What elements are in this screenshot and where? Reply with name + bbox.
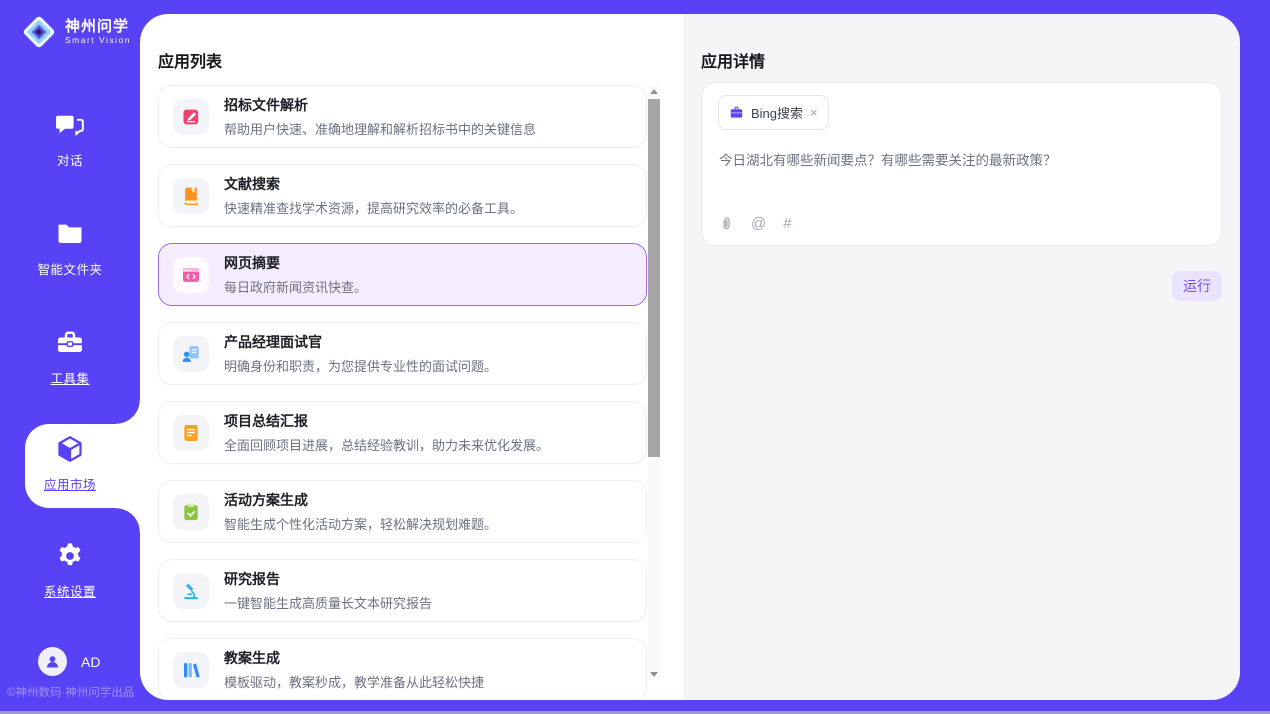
app-card-text: 文献搜索快速精准查找学术资源，提高研究效率的必备工具。 <box>224 174 523 217</box>
app-card-text: 教案生成模板驱动，教案秒成，教学准备从此轻松快捷 <box>224 648 484 691</box>
sidebar-item-label: 智能文件夹 <box>0 259 140 278</box>
sidebar-item-2[interactable]: 工具集 <box>0 328 140 387</box>
chip-close-icon[interactable]: × <box>810 106 818 119</box>
app-name: 文献搜索 <box>224 174 523 194</box>
clipboard-check-icon <box>173 494 209 530</box>
prompt-card[interactable]: Bing搜索 × 今日湖北有哪些新闻要点？有哪些需要关注的最新政策？ @ # <box>701 82 1222 246</box>
books-icon <box>173 652 209 688</box>
brand-text: 神州问学 Smart Vision <box>65 19 131 45</box>
cube-icon <box>55 451 85 468</box>
folder-icon <box>55 236 85 253</box>
app-list-title: 应用列表 <box>158 48 222 72</box>
sidebar-item-3[interactable]: 应用市场 <box>0 434 140 493</box>
brand-logo: 神州问学 Smart Vision <box>20 13 131 51</box>
scrollbar-thumb[interactable] <box>648 99 660 457</box>
scrollbar[interactable] <box>648 85 660 680</box>
sidebar-item-0[interactable]: 对话 <box>0 110 140 169</box>
interviewer-icon <box>173 336 209 372</box>
app-card-text: 项目总结汇报全面回顾项目进展，总结经验教训，助力未来优化发展。 <box>224 411 549 454</box>
book-icon <box>173 178 209 214</box>
app-list-panel: 应用列表 招标文件解析帮助用户快速、准确地理解和解析招标书中的关键信息文献搜索快… <box>140 14 683 700</box>
brand-name: 神州问学 <box>65 19 131 36</box>
prompt-text[interactable]: 今日湖北有哪些新闻要点？有哪些需要关注的最新政策？ <box>719 149 1201 169</box>
app-description: 明确身份和职责，为您提供专业性的面试问题。 <box>224 356 497 375</box>
app-detail-panel: 应用详情 Bing搜索 × 今日湖北有哪些新闻要点？有哪些需要关注的最新政策？ <box>683 14 1240 700</box>
gear-icon <box>55 558 85 575</box>
app-card[interactable]: 研究报告一键智能生成高质量长文本研究报告 <box>158 559 647 622</box>
sidebar-item-label: 系统设置 <box>0 581 140 600</box>
app-name: 产品经理面试官 <box>224 332 497 352</box>
app-detail-title: 应用详情 <box>701 48 765 72</box>
brand-subtitle: Smart Vision <box>65 36 131 45</box>
app-description: 全面回顾项目进展，总结经验教训，助力未来优化发展。 <box>224 435 549 454</box>
app-card[interactable]: 文献搜索快速精准查找学术资源，提高研究效率的必备工具。 <box>158 164 647 227</box>
user-row[interactable]: AD <box>38 647 100 676</box>
app-card-text: 招标文件解析帮助用户快速、准确地理解和解析招标书中的关键信息 <box>224 95 536 138</box>
sidebar-item-label: 应用市场 <box>0 474 140 493</box>
browser-code-icon <box>173 257 209 293</box>
hash-icon[interactable]: # <box>783 215 791 232</box>
chip-label: Bing搜索 <box>751 103 803 122</box>
copyright-text: ©神州数码·神州问学出品 <box>7 684 134 700</box>
app-card[interactable]: 项目总结汇报全面回顾项目进展，总结经验教训，助力未来优化发展。 <box>158 401 647 464</box>
app-name: 研究报告 <box>224 569 432 589</box>
app-name: 网页摘要 <box>224 253 367 273</box>
user-initials: AD <box>81 654 100 670</box>
app-description: 每日政府新闻资讯快查。 <box>224 277 367 296</box>
app-description: 一键智能生成高质量长文本研究报告 <box>224 593 432 612</box>
microscope-icon <box>173 573 209 609</box>
app-card[interactable]: 招标文件解析帮助用户快速、准确地理解和解析招标书中的关键信息 <box>158 85 647 148</box>
run-button[interactable]: 运行 <box>1172 271 1222 301</box>
tool-chip-bing-search[interactable]: Bing搜索 × <box>718 95 829 130</box>
prompt-toolbar: @ # <box>719 215 792 232</box>
app-card[interactable]: 产品经理面试官明确身份和职责，为您提供专业性的面试问题。 <box>158 322 647 385</box>
app-description: 帮助用户快速、准确地理解和解析招标书中的关键信息 <box>224 119 536 138</box>
at-sign-icon[interactable]: @ <box>751 215 766 232</box>
sidebar-item-1[interactable]: 智能文件夹 <box>0 219 140 278</box>
app-name: 项目总结汇报 <box>224 411 549 431</box>
paperclip-icon[interactable] <box>719 215 734 232</box>
app-card-text: 活动方案生成智能生成个性化活动方案，轻松解决规划难题。 <box>224 490 497 533</box>
sidebar: 神州问学 Smart Vision 对话智能文件夹工具集应用市场系统设置 AD … <box>0 0 140 714</box>
app-card-text: 产品经理面试官明确身份和职责，为您提供专业性的面试问题。 <box>224 332 497 375</box>
app-card[interactable]: 网页摘要每日政府新闻资讯快查。 <box>158 243 647 306</box>
app-name: 活动方案生成 <box>224 490 497 510</box>
app-card[interactable]: 教案生成模板驱动，教案秒成，教学准备从此轻松快捷 <box>158 638 647 700</box>
app-card-list: 招标文件解析帮助用户快速、准确地理解和解析招标书中的关键信息文献搜索快速精准查找… <box>158 85 647 700</box>
briefcase-icon <box>729 105 744 120</box>
app-card-text: 网页摘要每日政府新闻资讯快查。 <box>224 253 367 296</box>
main-content: 应用列表 招标文件解析帮助用户快速、准确地理解和解析招标书中的关键信息文献搜索快… <box>140 14 1240 700</box>
scrollbar-down-arrow-icon[interactable] <box>648 668 660 680</box>
person-icon <box>44 653 61 670</box>
app-description: 模板驱动，教案秒成，教学准备从此轻松快捷 <box>224 672 484 691</box>
app-name: 教案生成 <box>224 648 484 668</box>
sidebar-item-label: 工具集 <box>0 368 140 387</box>
sidebar-item-label: 对话 <box>0 150 140 169</box>
avatar[interactable] <box>38 647 67 676</box>
app-description: 智能生成个性化活动方案，轻松解决规划难题。 <box>224 514 497 533</box>
app-card[interactable]: 活动方案生成智能生成个性化活动方案，轻松解决规划难题。 <box>158 480 647 543</box>
sidebar-item-4[interactable]: 系统设置 <box>0 541 140 600</box>
edit-document-icon <box>173 99 209 135</box>
report-icon <box>173 415 209 451</box>
toolbox-icon <box>55 345 85 362</box>
app-card-text: 研究报告一键智能生成高质量长文本研究报告 <box>224 569 432 612</box>
chat-icon <box>55 127 85 144</box>
gem-logo-icon <box>20 13 58 51</box>
app-window: 神州问学 Smart Vision 对话智能文件夹工具集应用市场系统设置 AD … <box>0 0 1270 714</box>
app-description: 快速精准查找学术资源，提高研究效率的必备工具。 <box>224 198 523 217</box>
app-name: 招标文件解析 <box>224 95 536 115</box>
scrollbar-up-arrow-icon[interactable] <box>648 85 660 97</box>
